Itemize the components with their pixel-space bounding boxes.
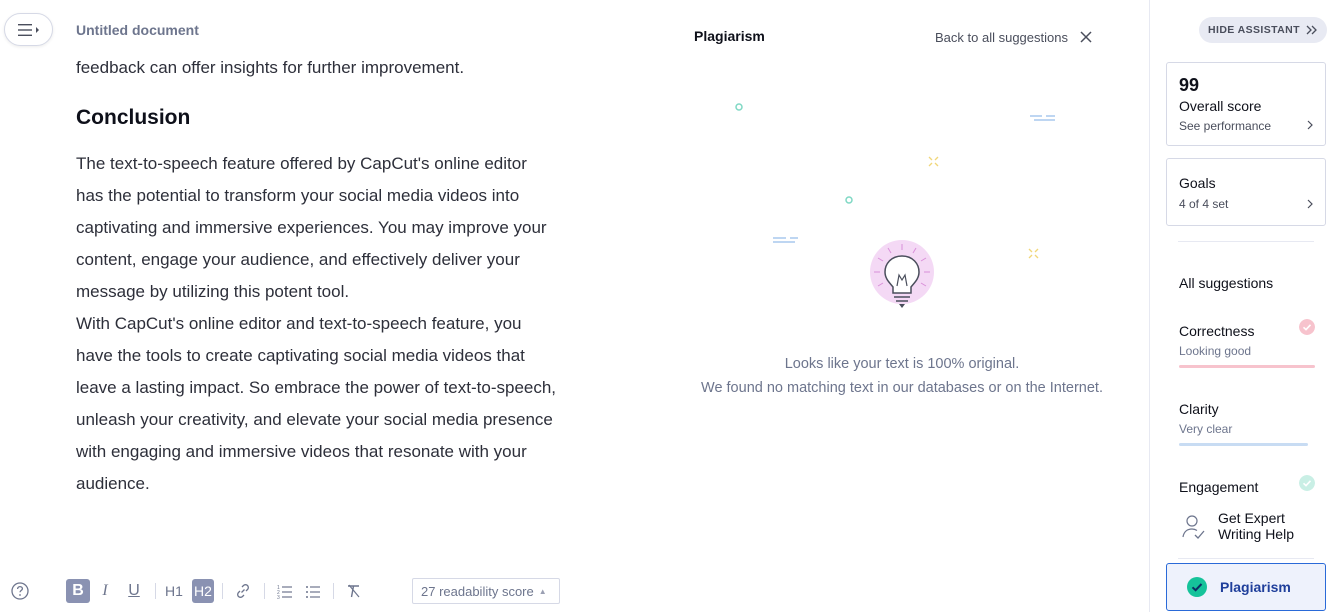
goals-label: Goals: [1179, 175, 1216, 191]
message-line-2: We found no matching text in our databas…: [701, 380, 1103, 396]
check-circle-icon: [1187, 577, 1207, 597]
document-title[interactable]: Untitled document: [76, 22, 199, 38]
category-correctness[interactable]: Correctness Looking good: [1179, 319, 1315, 368]
category-clarity[interactable]: Clarity Very clear: [1179, 401, 1315, 446]
person-check-icon: [1182, 515, 1205, 539]
text-line: unleash your creativity, and elevate you…: [76, 410, 553, 429]
sidebar-divider: [1178, 558, 1314, 559]
heading1-button[interactable]: H1: [163, 579, 185, 603]
category-progress-bar: [1179, 365, 1315, 368]
link-button[interactable]: [232, 579, 254, 603]
text-line: content, engage your audience, and effec…: [76, 250, 520, 269]
plagiarism-result-message: Looks like your text is 100% original. W…: [694, 352, 1110, 400]
text-line: with engaging and immersive videos that …: [76, 442, 527, 461]
bold-button[interactable]: B: [66, 579, 90, 603]
svg-text:3: 3: [277, 595, 280, 599]
underline-button[interactable]: U: [124, 579, 144, 603]
overall-score-value: 99: [1179, 75, 1200, 95]
overall-score-card[interactable]: 99 Overall score See performance: [1166, 62, 1326, 146]
hamburger-icon: [17, 23, 39, 36]
hide-assistant-label: HIDE ASSISTANT: [1208, 24, 1300, 36]
text-line: have the tools to create captivating soc…: [76, 346, 525, 365]
text-line: message by utilizing this potent tool.: [76, 282, 350, 301]
text-line: has the potential to transform your soci…: [76, 186, 520, 205]
text-line: audience.: [76, 474, 150, 493]
toolbar-divider: [222, 583, 223, 599]
toolbar-divider: [264, 583, 265, 599]
check-circle-icon: [1299, 319, 1315, 335]
italic-button[interactable]: I: [95, 579, 115, 603]
plagiarism-panel-title: Plagiarism: [694, 28, 765, 44]
see-performance-link[interactable]: See performance: [1179, 119, 1271, 133]
lightbulb-illustration: [735, 103, 1055, 308]
sidebar-divider: [1178, 241, 1314, 242]
check-circle-icon: [1299, 475, 1315, 491]
message-line-1: Looks like your text is 100% original.: [784, 356, 1020, 372]
category-status: Very clear: [1179, 422, 1233, 436]
readability-score: 27 readability score: [421, 583, 534, 599]
formatting-toolbar: B I U H1 H2 1 2 3 27 readability score ▲: [0, 575, 620, 607]
caret-up-icon: ▲: [538, 586, 547, 596]
clear-formatting-button[interactable]: [343, 579, 365, 603]
bullet-list-button[interactable]: [302, 579, 324, 603]
text-line: leave a lasting impact. So embrace the p…: [76, 378, 557, 397]
overall-score-label: Overall score: [1179, 98, 1262, 114]
goals-status: 4 of 4 set: [1179, 197, 1229, 211]
goals-card[interactable]: Goals 4 of 4 set: [1166, 158, 1326, 226]
all-suggestions-tab[interactable]: All suggestions: [1179, 275, 1273, 291]
menu-button[interactable]: [4, 13, 53, 46]
text-line: captivating and immersive experiences. Y…: [76, 218, 547, 237]
assistant-sidebar: HIDE ASSISTANT 99 Overall score See perf…: [1149, 0, 1344, 612]
category-status: Looking good: [1179, 344, 1252, 358]
close-icon[interactable]: [1079, 30, 1093, 44]
toolbar-divider: [155, 583, 156, 599]
expert-help-label: Get Expert Writing Help: [1218, 510, 1294, 542]
document-editor[interactable]: feedback can offer insights for further …: [76, 52, 616, 500]
paragraph-2: With CapCut's online editor and text-to-…: [76, 308, 616, 500]
toolbar-divider: [333, 583, 334, 599]
hide-assistant-button[interactable]: HIDE ASSISTANT: [1199, 17, 1327, 43]
bullet-list-icon: [306, 586, 320, 598]
plagiarism-tab[interactable]: Plagiarism: [1166, 563, 1326, 611]
category-name: Correctness: [1179, 323, 1255, 339]
expert-writing-help-button[interactable]: Get Expert Writing Help: [1180, 509, 1325, 549]
category-progress-bar: [1179, 443, 1308, 446]
link-icon: [237, 584, 249, 598]
paragraph-1: The text-to-speech feature offered by Ca…: [76, 148, 616, 308]
text-line: With CapCut's online editor and text-to-…: [76, 314, 522, 333]
readability-score-button[interactable]: 27 readability score ▲: [412, 578, 560, 604]
back-to-suggestions-link[interactable]: Back to all suggestions: [935, 30, 1068, 45]
category-name: Engagement: [1179, 479, 1259, 495]
numbered-list-icon: 1 2 3: [277, 585, 292, 599]
section-heading: Conclusion: [76, 106, 191, 129]
chevron-right-icon: [1307, 199, 1313, 209]
category-engagement[interactable]: Engagement: [1179, 475, 1315, 495]
heading2-button[interactable]: H2: [192, 579, 214, 603]
text-line: The text-to-speech feature offered by Ca…: [76, 154, 527, 173]
plagiarism-tab-label: Plagiarism: [1220, 579, 1291, 595]
chevron-right-icon: [1307, 120, 1313, 130]
double-chevron-right-icon: [1306, 25, 1317, 35]
category-name: Clarity: [1179, 401, 1219, 417]
numbered-list-button[interactable]: 1 2 3: [274, 579, 296, 603]
clear-formatting-icon: [348, 584, 360, 598]
text-fragment: feedback can offer insights for further …: [76, 58, 465, 77]
